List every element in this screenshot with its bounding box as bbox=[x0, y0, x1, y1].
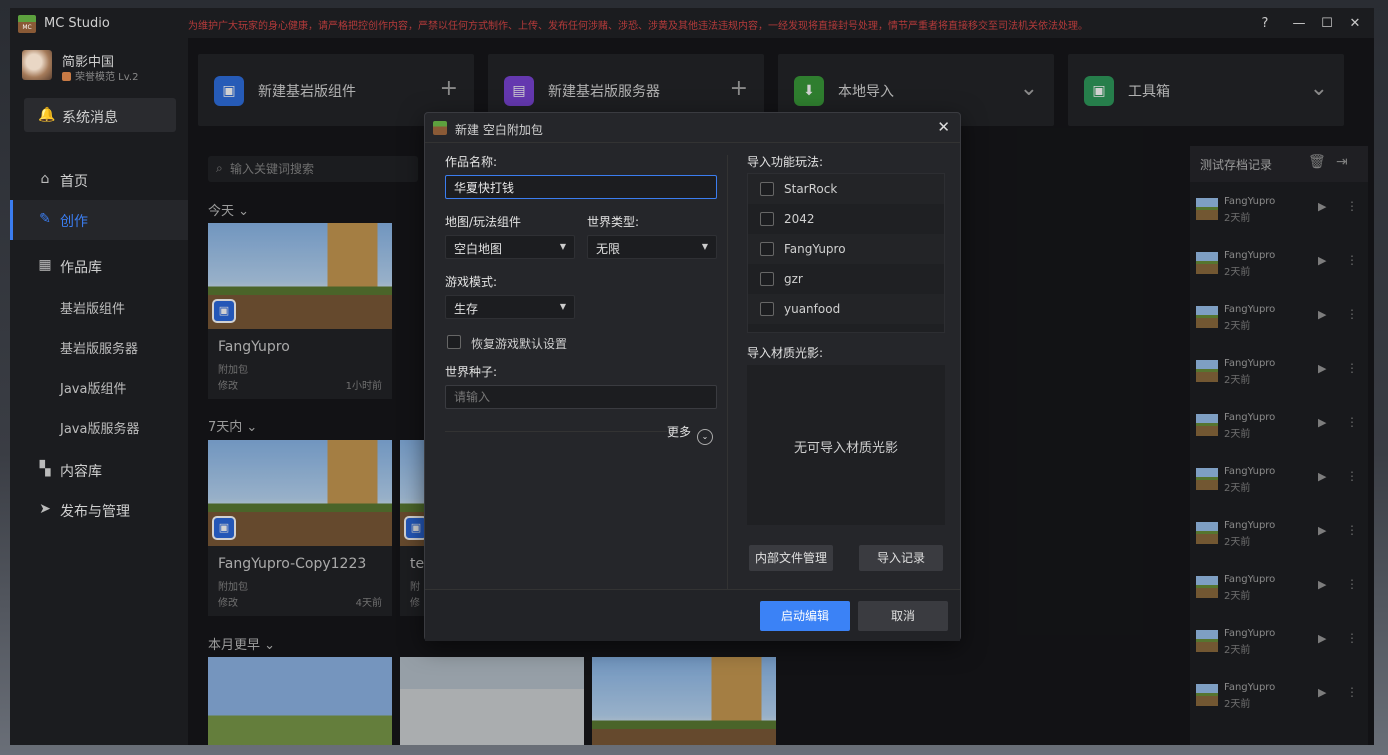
import-texture-label: 导入材质光影: bbox=[747, 346, 824, 360]
more-toggle[interactable]: 更多 ⌄ bbox=[667, 423, 714, 445]
divider bbox=[727, 155, 728, 591]
game-mode-value: 生存 bbox=[454, 302, 479, 316]
gameplay-name: gzr bbox=[784, 272, 803, 286]
restore-defaults-checkbox[interactable] bbox=[447, 335, 461, 349]
app-logo-icon: MC bbox=[18, 15, 36, 33]
gameplay-checkbox[interactable] bbox=[760, 242, 774, 256]
sidebar-item-publish[interactable]: ➤ 发布与管理 bbox=[10, 490, 188, 530]
import-record-button[interactable]: 导入记录 bbox=[859, 545, 943, 571]
texture-box: 无可导入材质光影 bbox=[747, 365, 945, 525]
sidebar-item-library[interactable]: ▦ 作品库 bbox=[10, 246, 188, 286]
sidebar-item-label: 创作 bbox=[60, 214, 88, 230]
list-item[interactable]: yuanfood bbox=[748, 294, 944, 324]
list-item[interactable]: StarRock bbox=[748, 174, 944, 204]
sidebar-item-label: 首页 bbox=[60, 174, 88, 190]
dialog-title: 新建 空白附加包 bbox=[455, 123, 543, 137]
gameplay-checkbox[interactable] bbox=[760, 182, 774, 196]
gameplay-checkbox[interactable] bbox=[760, 272, 774, 286]
gameplay-name: FangYupro bbox=[784, 242, 846, 256]
send-icon: ➤ bbox=[39, 501, 51, 517]
user-level: 荣誉模范 Lv.2 bbox=[62, 68, 138, 83]
sidebar-item-label: 作品库 bbox=[60, 260, 102, 276]
sidebar: 简影中国 荣誉模范 Lv.2 🔔 系统消息 ⌂ 首页 ✎ 创作 ▦ 作品库 基岩… bbox=[10, 38, 188, 745]
caret-down-icon: ▼ bbox=[559, 302, 566, 311]
sidebar-item-content[interactable]: ▚ 内容库 bbox=[10, 450, 188, 490]
seed-label: 世界种子: bbox=[445, 365, 498, 379]
seed-field[interactable] bbox=[445, 385, 717, 409]
grid-icon: ▚ bbox=[39, 461, 51, 477]
gameplay-name: 2042 bbox=[784, 212, 815, 226]
dialog-header: 新建 空白附加包 ✕ bbox=[425, 113, 960, 143]
start-edit-button[interactable]: 启动编辑 bbox=[760, 601, 850, 631]
sidebar-subitem-bedrock-server[interactable]: 基岩版服务器 bbox=[60, 338, 138, 357]
minimize-button[interactable]: — bbox=[1288, 14, 1310, 34]
help-button[interactable]: ? bbox=[1254, 14, 1276, 34]
restore-defaults-label: 恢复游戏默认设置 bbox=[471, 337, 568, 351]
system-messages-button[interactable]: 🔔 系统消息 bbox=[24, 98, 176, 132]
bell-icon: 🔔 bbox=[38, 107, 56, 123]
sidebar-subitem-java-component[interactable]: Java版组件 bbox=[60, 378, 126, 397]
list-item[interactable]: gzr bbox=[748, 264, 944, 294]
map-select-value: 空白地图 bbox=[454, 242, 503, 256]
sidebar-item-label: 内容库 bbox=[60, 464, 102, 480]
system-messages-label: 系统消息 bbox=[62, 110, 118, 126]
cancel-button[interactable]: 取消 bbox=[858, 601, 948, 631]
close-button[interactable]: ✕ bbox=[1344, 14, 1366, 34]
sidebar-subitem-bedrock-component[interactable]: 基岩版组件 bbox=[60, 298, 125, 317]
user-level-text: 荣誉模范 Lv.2 bbox=[75, 72, 139, 83]
name-field[interactable] bbox=[445, 175, 717, 199]
gameplay-checkbox[interactable] bbox=[760, 302, 774, 316]
notice-banner: 为维护广大玩家的身心健康，请严格把控创作内容，严禁以任何方式制作、上传、发布任何… bbox=[188, 21, 1088, 32]
internal-files-button[interactable]: 内部文件管理 bbox=[749, 545, 833, 571]
caret-down-icon: ▼ bbox=[701, 242, 708, 251]
world-type-label: 世界类型: bbox=[587, 215, 640, 229]
sidebar-item-home[interactable]: ⌂ 首页 bbox=[10, 160, 188, 200]
sidebar-item-create[interactable]: ✎ 创作 bbox=[10, 200, 188, 240]
no-texture-message: 无可导入材质光影 bbox=[793, 441, 898, 456]
divider bbox=[445, 431, 667, 432]
game-mode-select[interactable]: 生存 ▼ bbox=[445, 295, 575, 319]
gameplay-list: StarRock 2042 FangYupro gzr yuanfood bbox=[747, 173, 945, 333]
gameplay-name: StarRock bbox=[784, 182, 838, 196]
world-type-select[interactable]: 无限 ▼ bbox=[587, 235, 717, 259]
user-profile[interactable]: 简影中国 荣誉模范 Lv.2 bbox=[22, 50, 182, 88]
more-label: 更多 bbox=[667, 425, 692, 439]
library-icon: ▦ bbox=[38, 257, 52, 273]
import-gameplay-label: 导入功能玩法: bbox=[747, 155, 824, 169]
map-select[interactable]: 空白地图 ▼ bbox=[445, 235, 575, 259]
sidebar-subitem-java-server[interactable]: Java版服务器 bbox=[60, 418, 139, 437]
home-icon: ⌂ bbox=[40, 171, 50, 187]
app-title: MC Studio bbox=[44, 16, 110, 31]
edit-icon: ✎ bbox=[39, 211, 51, 227]
list-item[interactable]: FangYupro bbox=[748, 234, 944, 264]
avatar[interactable] bbox=[22, 50, 52, 80]
gameplay-checkbox[interactable] bbox=[760, 212, 774, 226]
sidebar-item-label: 发布与管理 bbox=[60, 504, 130, 520]
gameplay-name: yuanfood bbox=[784, 302, 841, 316]
map-label: 地图/玩法组件 bbox=[445, 215, 522, 229]
mode-label: 游戏模式: bbox=[445, 275, 498, 289]
world-type-value: 无限 bbox=[596, 242, 621, 256]
chevron-down-icon: ⌄ bbox=[697, 429, 714, 445]
new-addon-dialog: 新建 空白附加包 ✕ 作品名称: 地图/玩法组件 空白地图 ▼ 世界类型: 无限… bbox=[424, 112, 961, 641]
title-bar: MC MC Studio 为维护广大玩家的身心健康，请严格把控创作内容，严禁以任… bbox=[10, 8, 1374, 38]
caret-down-icon: ▼ bbox=[559, 242, 566, 251]
seed-input[interactable] bbox=[446, 386, 716, 408]
list-item[interactable]: 2042 bbox=[748, 204, 944, 234]
level-badge-icon bbox=[62, 72, 71, 81]
name-input[interactable] bbox=[446, 176, 716, 198]
maximize-button[interactable]: ☐ bbox=[1316, 14, 1338, 34]
minecraft-icon bbox=[433, 121, 447, 135]
name-label: 作品名称: bbox=[445, 155, 498, 169]
close-icon[interactable]: ✕ bbox=[937, 118, 950, 136]
dialog-footer: 启动编辑 取消 bbox=[425, 589, 960, 641]
